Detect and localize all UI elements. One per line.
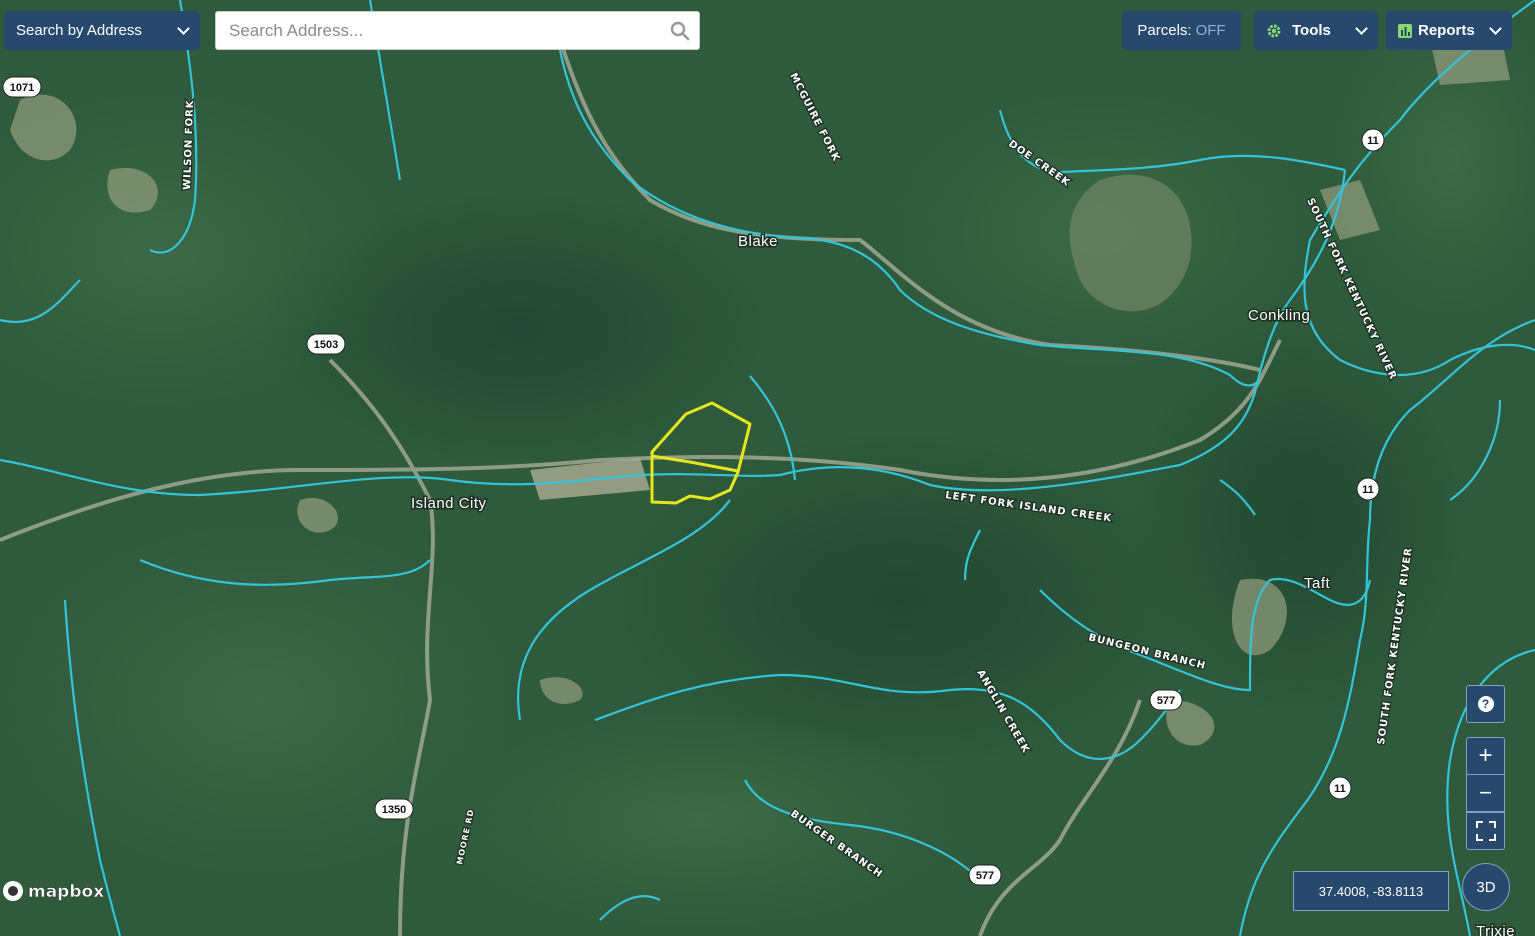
coordinates-readout: 37.4008, -83.8113 [1293,871,1449,911]
plus-icon: + [1478,742,1493,769]
svg-text:577: 577 [976,870,994,882]
place-label-taft: Taft [1304,575,1331,592]
route-shield-577-east: 577 [1149,689,1183,711]
help-icon: ? [1477,696,1494,712]
place-label-blake: Blake [738,233,778,250]
search-mode-dropdown[interactable]: Search by Address [4,11,200,50]
chart-icon [1398,23,1412,38]
chevron-down-icon [177,22,190,35]
route-shield-1350: 1350 [374,798,414,820]
satellite-map[interactable]: 1071 1503 11 11 11 577 577 1350 Island C… [0,0,1535,936]
coordinates-text: 37.4008, -83.8113 [1318,883,1424,899]
reports-dropdown[interactable]: Reports [1386,11,1512,50]
reports-label: Reports [1418,22,1475,39]
svg-text:11: 11 [1367,135,1379,147]
tools-dropdown[interactable]: Tools [1254,11,1378,50]
route-shield-1071: 1071 [2,76,42,98]
minus-icon: − [1479,780,1492,805]
help-button[interactable]: ? [1466,685,1505,723]
fullscreen-button[interactable] [1466,812,1505,850]
svg-text:11: 11 [1362,484,1374,496]
route-shield-11-north: 11 [1361,128,1385,152]
svg-text:11: 11 [1334,783,1346,795]
zoom-in-button[interactable]: + [1466,737,1505,775]
place-label-trixie: Trixie [1476,923,1515,936]
zoom-out-button[interactable]: − [1466,774,1505,812]
parcels-toggle[interactable]: Parcels: OFF [1122,11,1241,50]
mapbox-logo: mapbox [3,881,104,902]
svg-text:mapbox: mapbox [28,882,104,902]
view-3d-button[interactable]: 3D [1462,863,1510,911]
svg-text:1350: 1350 [382,804,406,816]
gear-icon [1266,23,1282,39]
place-label-conkling: Conkling [1248,307,1310,324]
parcels-label: Parcels: [1137,22,1192,39]
search-mode-label: Search by Address [16,22,142,39]
search-icon[interactable] [670,21,690,41]
tools-label: Tools [1292,22,1331,39]
route-shield-11-south: 11 [1328,776,1352,800]
svg-text:577: 577 [1157,695,1175,707]
route-shield-11-middle: 11 [1356,477,1380,501]
place-label-island-city: Island City [411,495,487,512]
parcels-state: OFF [1195,22,1226,39]
fullscreen-icon [1475,821,1496,841]
chevron-down-icon [1355,22,1368,35]
route-shield-1503: 1503 [306,333,346,355]
search-input[interactable] [215,11,700,50]
view-3d-label: 3D [1476,878,1496,896]
svg-text:1503: 1503 [314,339,338,351]
chevron-down-icon [1489,22,1502,35]
route-shield-577-south: 577 [968,864,1002,886]
svg-text:1071: 1071 [10,82,34,94]
